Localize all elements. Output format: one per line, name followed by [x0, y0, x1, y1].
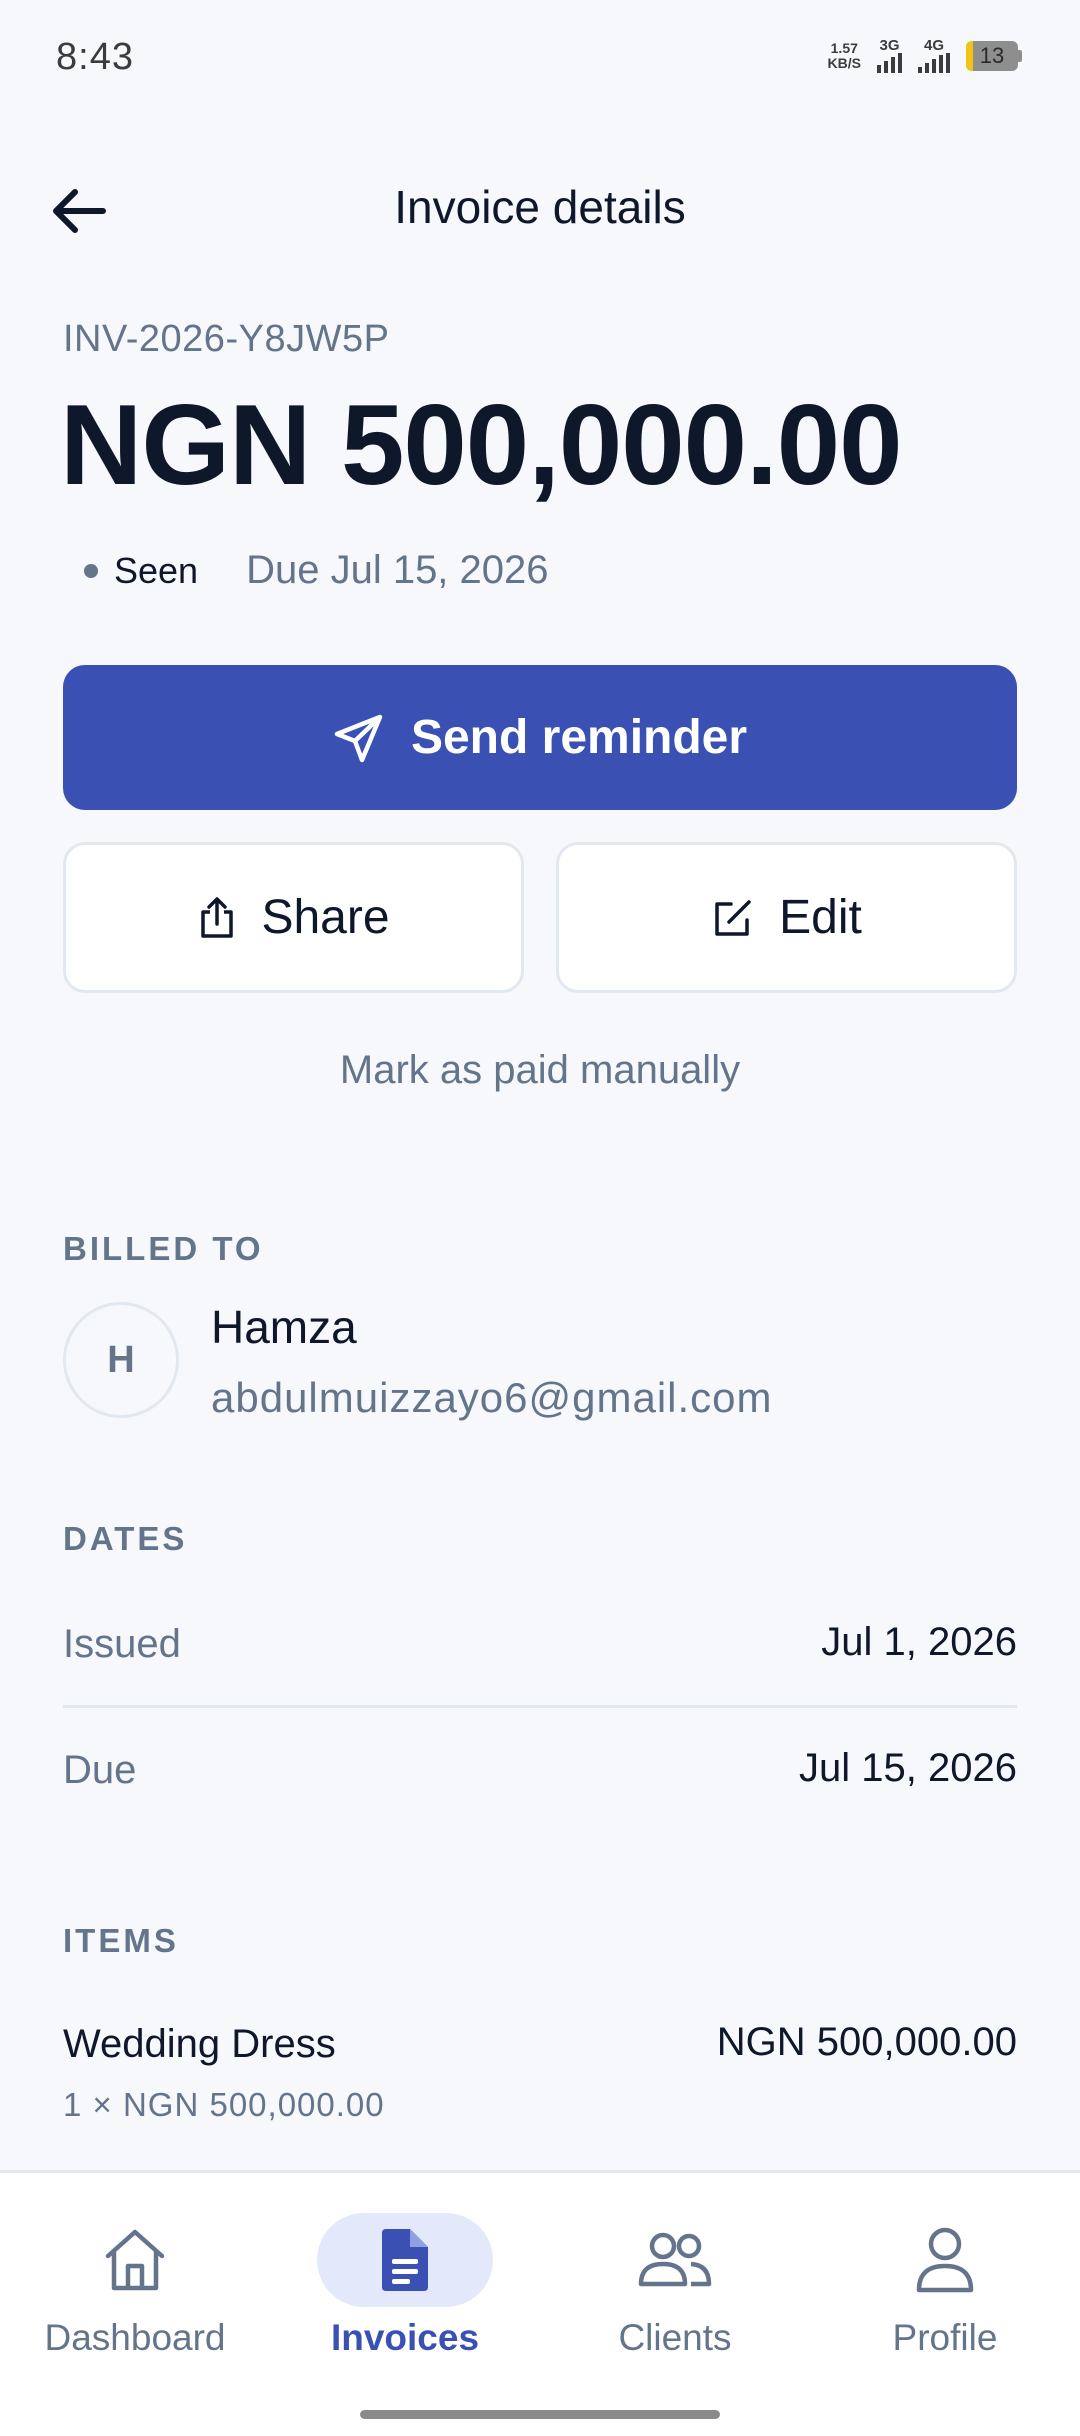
nav-label-invoices: Invoices: [330, 2317, 480, 2358]
invoice-meta: Seen Due Jul 15, 2026: [84, 548, 549, 593]
document-icon: [317, 2213, 493, 2307]
edit-button[interactable]: Edit: [556, 842, 1017, 993]
network-speed: 1.57 KB/S: [827, 39, 861, 71]
signal-4g-icon: 4G: [918, 38, 950, 73]
dates-heading: DATES: [63, 1520, 188, 1557]
invoice-number: INV-2026-Y8JW5P: [63, 318, 390, 360]
nav-label-clients: Clients: [618, 2317, 732, 2358]
nav-label-profile: Profile: [892, 2317, 998, 2358]
share-button[interactable]: Share: [63, 842, 524, 993]
user-icon: [857, 2213, 1033, 2307]
client-email: abdulmuizzayo6@gmail.com: [211, 1374, 773, 1421]
status-badge: Seen: [114, 549, 199, 591]
send-icon: [334, 714, 383, 762]
due-label: Due: [63, 1748, 137, 1792]
home-icon: [47, 2213, 223, 2307]
invoice-amount: NGN 500,000.00: [60, 382, 903, 509]
billed-to-heading: BILLED TO: [63, 1230, 264, 1267]
page-title: Invoice details: [394, 181, 686, 233]
mark-paid-link[interactable]: Mark as paid manually: [0, 1048, 1080, 1093]
item-name: Wedding Dress: [63, 2022, 336, 2066]
due-value: Jul 15, 2026: [799, 1746, 1017, 1790]
issued-value: Jul 1, 2026: [821, 1620, 1017, 1664]
send-reminder-button[interactable]: Send reminder: [63, 665, 1017, 810]
battery-icon: 13: [966, 40, 1022, 71]
nav-item-clients[interactable]: Clients: [540, 2213, 810, 2359]
home-indicator[interactable]: [360, 2410, 720, 2419]
client-avatar: H: [63, 1302, 179, 1418]
status-dot-icon: [84, 563, 98, 578]
share-label: Share: [261, 891, 390, 944]
users-icon: [587, 2213, 763, 2307]
send-reminder-label: Send reminder: [410, 711, 748, 764]
nav-item-invoices[interactable]: Invoices: [270, 2213, 540, 2359]
nav-item-profile[interactable]: Profile: [810, 2213, 1080, 2359]
items-heading: ITEMS: [63, 1922, 179, 1959]
bottom-nav: Dashboard Invoices Clients Profile: [0, 2170, 1080, 2436]
divider: [63, 1705, 1017, 1708]
share-icon: [201, 896, 234, 938]
edit-label: Edit: [779, 891, 862, 944]
status-icons: 1.57 KB/S 3G 4G 13: [828, 38, 1022, 73]
issued-label: Issued: [63, 1622, 181, 1666]
signal-3g-icon: 3G: [877, 38, 902, 73]
item-total: NGN 500,000.00: [716, 2020, 1017, 2064]
status-time: 8:43: [56, 36, 134, 78]
due-date-text: Due Jul 15, 2026: [246, 548, 549, 592]
edit-icon: [715, 899, 751, 936]
battery-level: 13: [979, 42, 1005, 68]
nav-label-dashboard: Dashboard: [44, 2317, 226, 2358]
status-bar: 8:43 1.57 KB/S 3G 4G 13: [0, 0, 1080, 118]
item-quantity-price: 1 × NGN 500,000.00: [63, 2086, 385, 2123]
nav-item-dashboard[interactable]: Dashboard: [0, 2213, 270, 2359]
client-name: Hamza: [211, 1301, 357, 1353]
